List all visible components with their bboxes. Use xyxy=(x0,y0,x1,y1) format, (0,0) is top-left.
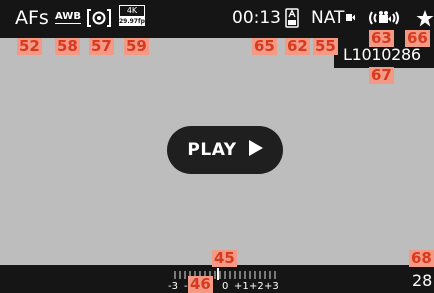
callout-46: 46 xyxy=(188,275,213,293)
callout-68: 68 xyxy=(409,249,434,267)
video-audio-icon xyxy=(368,8,400,31)
auto-iso-icon xyxy=(285,8,299,31)
camera-playback-screen: AFs AWB 4K 29.97fps 00:13 NAT L1010286 P… xyxy=(0,0,434,293)
focus-mode-label: AFs xyxy=(15,7,49,29)
file-name: L1010286 xyxy=(343,45,421,64)
callout-65: 65 xyxy=(252,37,277,55)
video-mode-icon xyxy=(346,8,355,24)
callout-63: 63 xyxy=(369,29,394,47)
scale-label-minus3: -3 xyxy=(168,281,178,292)
play-triangle-icon xyxy=(248,140,263,160)
scale-label-plus3: +3 xyxy=(264,281,279,292)
callout-55: 55 xyxy=(313,37,338,55)
play-button[interactable]: PLAY xyxy=(167,126,283,174)
video-resolution-label: 4K xyxy=(119,5,145,17)
scale-label-zero: 0 xyxy=(222,281,229,292)
callout-62: 62 xyxy=(285,37,310,55)
callout-66: 66 xyxy=(405,29,430,47)
scale-label-plus2: +2 xyxy=(249,281,264,292)
callout-52: 52 xyxy=(17,37,42,55)
callout-57: 57 xyxy=(89,37,114,55)
film-style-label: NAT xyxy=(311,8,345,28)
video-framerate-label: 29.97fps xyxy=(119,17,149,26)
recording-time: 00:13 xyxy=(232,8,281,28)
play-button-label: PLAY xyxy=(187,140,237,160)
favorite-star-icon[interactable] xyxy=(416,10,434,30)
video-format-icon: 4K 29.97fps xyxy=(119,5,149,27)
white-balance-label: AWB xyxy=(55,11,81,24)
callout-45: 45 xyxy=(212,249,237,267)
callout-59: 59 xyxy=(124,37,149,55)
spot-metering-icon xyxy=(86,8,112,31)
scale-label-plus1: +1 xyxy=(234,281,249,292)
callout-67: 67 xyxy=(369,66,394,84)
callout-58: 58 xyxy=(55,37,80,55)
frame-count: 28 xyxy=(412,271,433,290)
